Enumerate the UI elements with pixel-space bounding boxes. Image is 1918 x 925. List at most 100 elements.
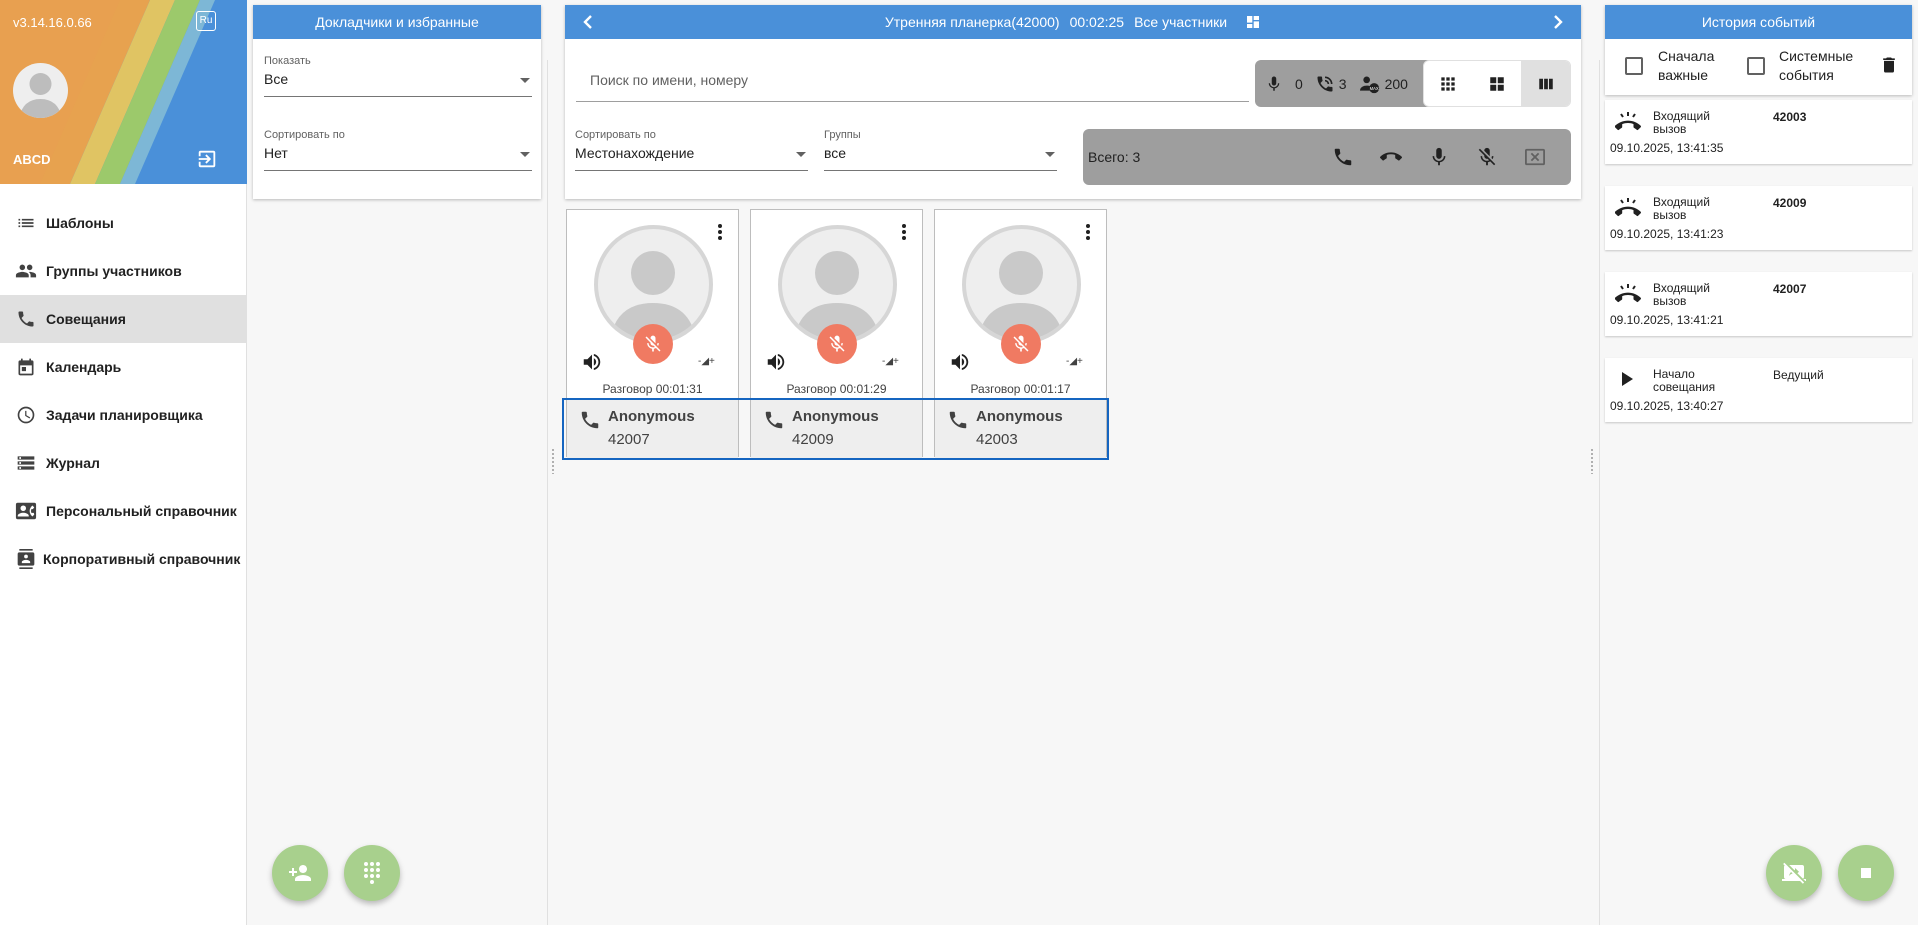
history-event[interactable]: Входящий вызов 42009 09.10.2025, 13:41:2… xyxy=(1605,186,1912,250)
search-input[interactable]: Поиск по имени, номеру xyxy=(576,60,1249,102)
sidebar-item-label: Совещания xyxy=(46,311,126,327)
system-events-label: Системные события xyxy=(1779,48,1854,83)
sidebar: v3.14.16.0.66 Ru ABCD Шаблоны Группы уча… xyxy=(0,0,247,925)
sidebar-item-corporate-directory[interactable]: Корпоративный справочник xyxy=(0,535,247,583)
delete-icon[interactable] xyxy=(1879,54,1899,81)
chevron-down-icon xyxy=(1045,152,1055,157)
sidebar-item-personal-directory[interactable]: Персональный справочник xyxy=(0,487,247,535)
mic-icon xyxy=(1265,75,1283,93)
history-event[interactable]: Входящий вызов 42003 09.10.2025, 13:41:3… xyxy=(1605,100,1912,164)
ringing-phone-icon xyxy=(1614,283,1641,310)
volume-icon[interactable] xyxy=(949,351,971,378)
columns-view-button[interactable] xyxy=(1521,61,1570,106)
sort-value: Местонахождение xyxy=(575,145,695,161)
call-duration: Разговор 00:01:17 xyxy=(970,382,1071,396)
important-first-checkbox[interactable] xyxy=(1625,57,1643,75)
groups-select[interactable]: Группы все xyxy=(824,129,1057,171)
max-count: 200 xyxy=(1384,75,1408,92)
volume-level-icon[interactable]: -◢+ xyxy=(1066,356,1083,367)
grid-small-view-button[interactable] xyxy=(1424,61,1473,106)
stop-conference-button[interactable] xyxy=(1838,845,1894,901)
event-type: Входящий вызов xyxy=(1653,281,1710,308)
ringing-phone-icon xyxy=(1614,197,1641,224)
conference-stats: 0 3 MAX 200 xyxy=(1255,60,1448,107)
sidebar-header: v3.14.16.0.66 Ru ABCD xyxy=(0,0,247,184)
sidebar-item-label: Корпоративный справочник xyxy=(43,551,241,567)
event-time: 09.10.2025, 13:40:27 xyxy=(1610,399,1724,413)
sort-label: Сортировать по xyxy=(575,129,656,141)
important-first-label: Сначала важные xyxy=(1658,48,1715,83)
event-time: 09.10.2025, 13:41:21 xyxy=(1610,313,1724,327)
conference-title: Утренняя планерка(42000) xyxy=(884,14,1060,30)
sort-label: Сортировать по xyxy=(264,129,345,141)
stop-screen-share-button[interactable] xyxy=(1766,845,1822,901)
more-vert-icon[interactable] xyxy=(714,222,726,247)
chevron-down-icon xyxy=(520,78,530,83)
sort-select[interactable]: Сортировать по Нет xyxy=(264,129,532,171)
calendar-icon xyxy=(14,355,38,379)
show-select[interactable]: Показать Все xyxy=(264,55,532,97)
sidebar-item-journal[interactable]: Журнал xyxy=(0,439,247,487)
unmute-all-icon[interactable] xyxy=(1415,146,1463,168)
max-participants-icon: MAX xyxy=(1359,74,1381,94)
dialpad-button[interactable] xyxy=(344,845,400,901)
sidebar-item-meetings[interactable]: Совещания xyxy=(0,295,247,343)
participants-filter[interactable]: Все участники xyxy=(1134,14,1227,30)
add-participant-button[interactable] xyxy=(272,845,328,901)
phone-in-talk-icon xyxy=(1315,74,1335,94)
language-icon[interactable]: Ru xyxy=(196,11,216,31)
volume-icon[interactable] xyxy=(581,351,603,378)
mic-off-icon[interactable] xyxy=(1001,324,1041,364)
show-label: Показать xyxy=(264,55,311,67)
resize-handle[interactable] xyxy=(551,448,555,474)
event-type: Входящий вызов xyxy=(1653,195,1710,222)
more-vert-icon[interactable] xyxy=(898,222,910,247)
chevron-left-icon[interactable] xyxy=(582,14,594,33)
event-time: 09.10.2025, 13:41:23 xyxy=(1610,227,1724,241)
history-event[interactable]: Начало совещания Ведущий 09.10.2025, 13:… xyxy=(1605,358,1912,422)
speakers-panel: Докладчики и избранные Показать Все Сорт… xyxy=(253,5,541,199)
volume-icon[interactable] xyxy=(765,351,787,378)
avatar[interactable] xyxy=(13,63,68,118)
svg-text:MAX: MAX xyxy=(1369,85,1378,90)
sort-value: Нет xyxy=(264,145,288,161)
conference-header: Утренняя планерка(42000) 00:02:25 Все уч… xyxy=(565,5,1581,39)
event-type: Начало совещания xyxy=(1653,367,1716,394)
dashboard-icon[interactable] xyxy=(1245,14,1261,30)
sidebar-item-groups[interactable]: Группы участников xyxy=(0,247,247,295)
event-value: 42007 xyxy=(1773,282,1807,296)
chevron-right-icon[interactable] xyxy=(1552,14,1564,33)
clock-icon xyxy=(14,403,38,427)
call-all-icon[interactable] xyxy=(1319,146,1367,168)
resize-handle[interactable] xyxy=(1590,448,1594,474)
mic-off-icon[interactable] xyxy=(633,324,673,364)
event-value: 42003 xyxy=(1773,110,1807,124)
mic-off-icon[interactable] xyxy=(817,324,857,364)
call-duration: Разговор 00:01:31 xyxy=(602,382,703,396)
system-events-checkbox[interactable] xyxy=(1747,57,1765,75)
hangup-all-icon[interactable] xyxy=(1367,146,1415,168)
app-version: v3.14.16.0.66 xyxy=(13,15,92,30)
chevron-down-icon xyxy=(520,152,530,157)
volume-level-icon[interactable]: -◢+ xyxy=(698,356,715,367)
view-switcher xyxy=(1423,60,1571,107)
sort-location-select[interactable]: Сортировать по Местонахождение xyxy=(575,129,808,171)
selection-box xyxy=(562,398,1109,460)
sidebar-item-scheduler-tasks[interactable]: Задачи планировщика xyxy=(0,391,247,439)
call-duration: Разговор 00:01:29 xyxy=(786,382,887,396)
mute-all-icon[interactable] xyxy=(1463,146,1511,168)
sidebar-item-calendar[interactable]: Календарь xyxy=(0,343,247,391)
mic-count: 0 xyxy=(1295,75,1303,92)
total-count: Всего: 3 xyxy=(1088,149,1141,165)
remove-all-icon[interactable] xyxy=(1511,147,1559,167)
sidebar-item-label: Шаблоны xyxy=(46,215,114,231)
history-event[interactable]: Входящий вызов 42007 09.10.2025, 13:41:2… xyxy=(1605,272,1912,336)
sidebar-item-templates[interactable]: Шаблоны xyxy=(0,199,247,247)
contact-card-icon xyxy=(14,499,38,523)
chevron-down-icon xyxy=(796,152,806,157)
grid-medium-view-button[interactable] xyxy=(1473,61,1522,106)
phone-icon xyxy=(14,307,38,331)
sidebar-item-label: Журнал xyxy=(46,455,100,471)
volume-level-icon[interactable]: -◢+ xyxy=(882,356,899,367)
more-vert-icon[interactable] xyxy=(1082,222,1094,247)
